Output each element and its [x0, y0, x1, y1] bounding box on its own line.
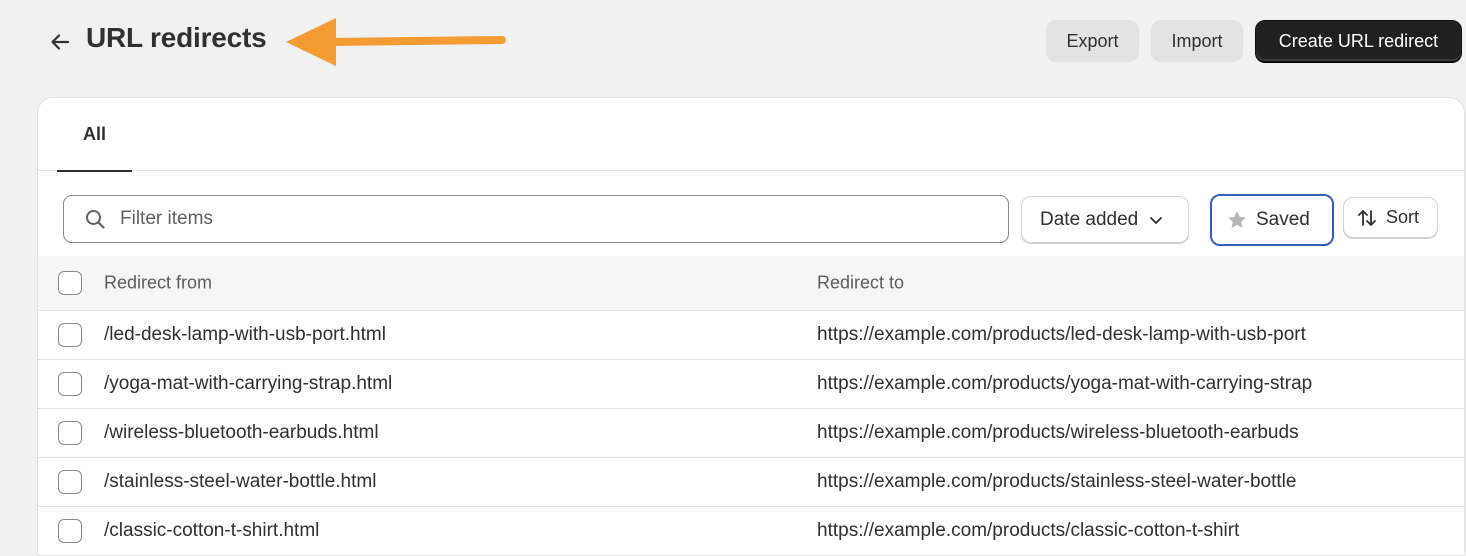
select-all-checkbox[interactable]: [58, 271, 82, 295]
date-added-label: Date added: [1040, 208, 1139, 230]
annotation-arrow: [286, 18, 506, 66]
redirect-to-cell: https://example.com/products/stainless-s…: [817, 471, 1297, 492]
redirect-from-cell: /wireless-bluetooth-earbuds.html: [104, 422, 379, 443]
date-added-dropdown[interactable]: Date added: [1021, 196, 1189, 243]
redirect-to-cell: https://example.com/products/wireless-bl…: [817, 422, 1299, 443]
search-input[interactable]: [120, 208, 980, 230]
redirects-table: Redirect from Redirect to /led-desk-lamp…: [38, 256, 1464, 556]
redirects-card: All Date added Saved: [37, 97, 1465, 556]
redirect-from-cell: /led-desk-lamp-with-usb-port.html: [104, 324, 386, 345]
back-button[interactable]: [44, 26, 76, 58]
create-url-redirect-button[interactable]: Create URL redirect: [1255, 20, 1462, 62]
redirect-to-cell: https://example.com/products/yoga-mat-wi…: [817, 373, 1313, 394]
sort-label: Sort: [1386, 207, 1420, 227]
saved-label: Saved: [1256, 209, 1310, 230]
redirect-to-cell: https://example.com/products/classic-cot…: [817, 520, 1240, 541]
import-button[interactable]: Import: [1151, 20, 1243, 62]
export-button[interactable]: Export: [1046, 20, 1139, 62]
chevron-down-icon: [1150, 216, 1163, 224]
page-title: URL redirects: [86, 22, 267, 53]
filter-bar: Date added Saved Sort: [38, 171, 1464, 256]
column-header-redirect-to: Redirect to: [817, 272, 905, 293]
table-row[interactable]: /wireless-bluetooth-earbuds.html https:/…: [38, 409, 1464, 458]
row-checkbox[interactable]: [58, 421, 82, 445]
star-icon: [1228, 211, 1246, 228]
saved-button[interactable]: Saved: [1210, 194, 1334, 246]
sort-arrows-icon: [1358, 209, 1376, 226]
url-redirects-page: URL redirects Export Import Create URL r…: [0, 0, 1466, 556]
redirect-from-cell: /yoga-mat-with-carrying-strap.html: [104, 373, 393, 394]
table-row[interactable]: /yoga-mat-with-carrying-strap.html https…: [38, 360, 1464, 409]
row-checkbox[interactable]: [58, 323, 82, 347]
table-row[interactable]: /classic-cotton-t-shirt.html https://exa…: [38, 507, 1464, 556]
tab-all[interactable]: All: [57, 98, 132, 172]
table-row[interactable]: /stainless-steel-water-bottle.html https…: [38, 458, 1464, 507]
redirect-from-cell: /classic-cotton-t-shirt.html: [104, 520, 320, 541]
row-checkbox[interactable]: [58, 372, 82, 396]
table-header: Redirect from Redirect to: [38, 256, 1464, 311]
table-row[interactable]: /led-desk-lamp-with-usb-port.html https:…: [38, 311, 1464, 360]
arrow-left-icon: [51, 34, 70, 50]
row-checkbox[interactable]: [58, 519, 82, 543]
search-icon: [86, 210, 105, 229]
row-checkbox[interactable]: [58, 470, 82, 494]
search-box[interactable]: [63, 195, 1009, 243]
redirect-from-cell: /stainless-steel-water-bottle.html: [104, 471, 377, 492]
redirect-to-cell: https://example.com/products/led-desk-la…: [817, 324, 1306, 345]
sort-button[interactable]: Sort: [1343, 197, 1438, 238]
tab-bar: All: [38, 98, 1464, 172]
column-header-redirect-from: Redirect from: [104, 272, 213, 293]
